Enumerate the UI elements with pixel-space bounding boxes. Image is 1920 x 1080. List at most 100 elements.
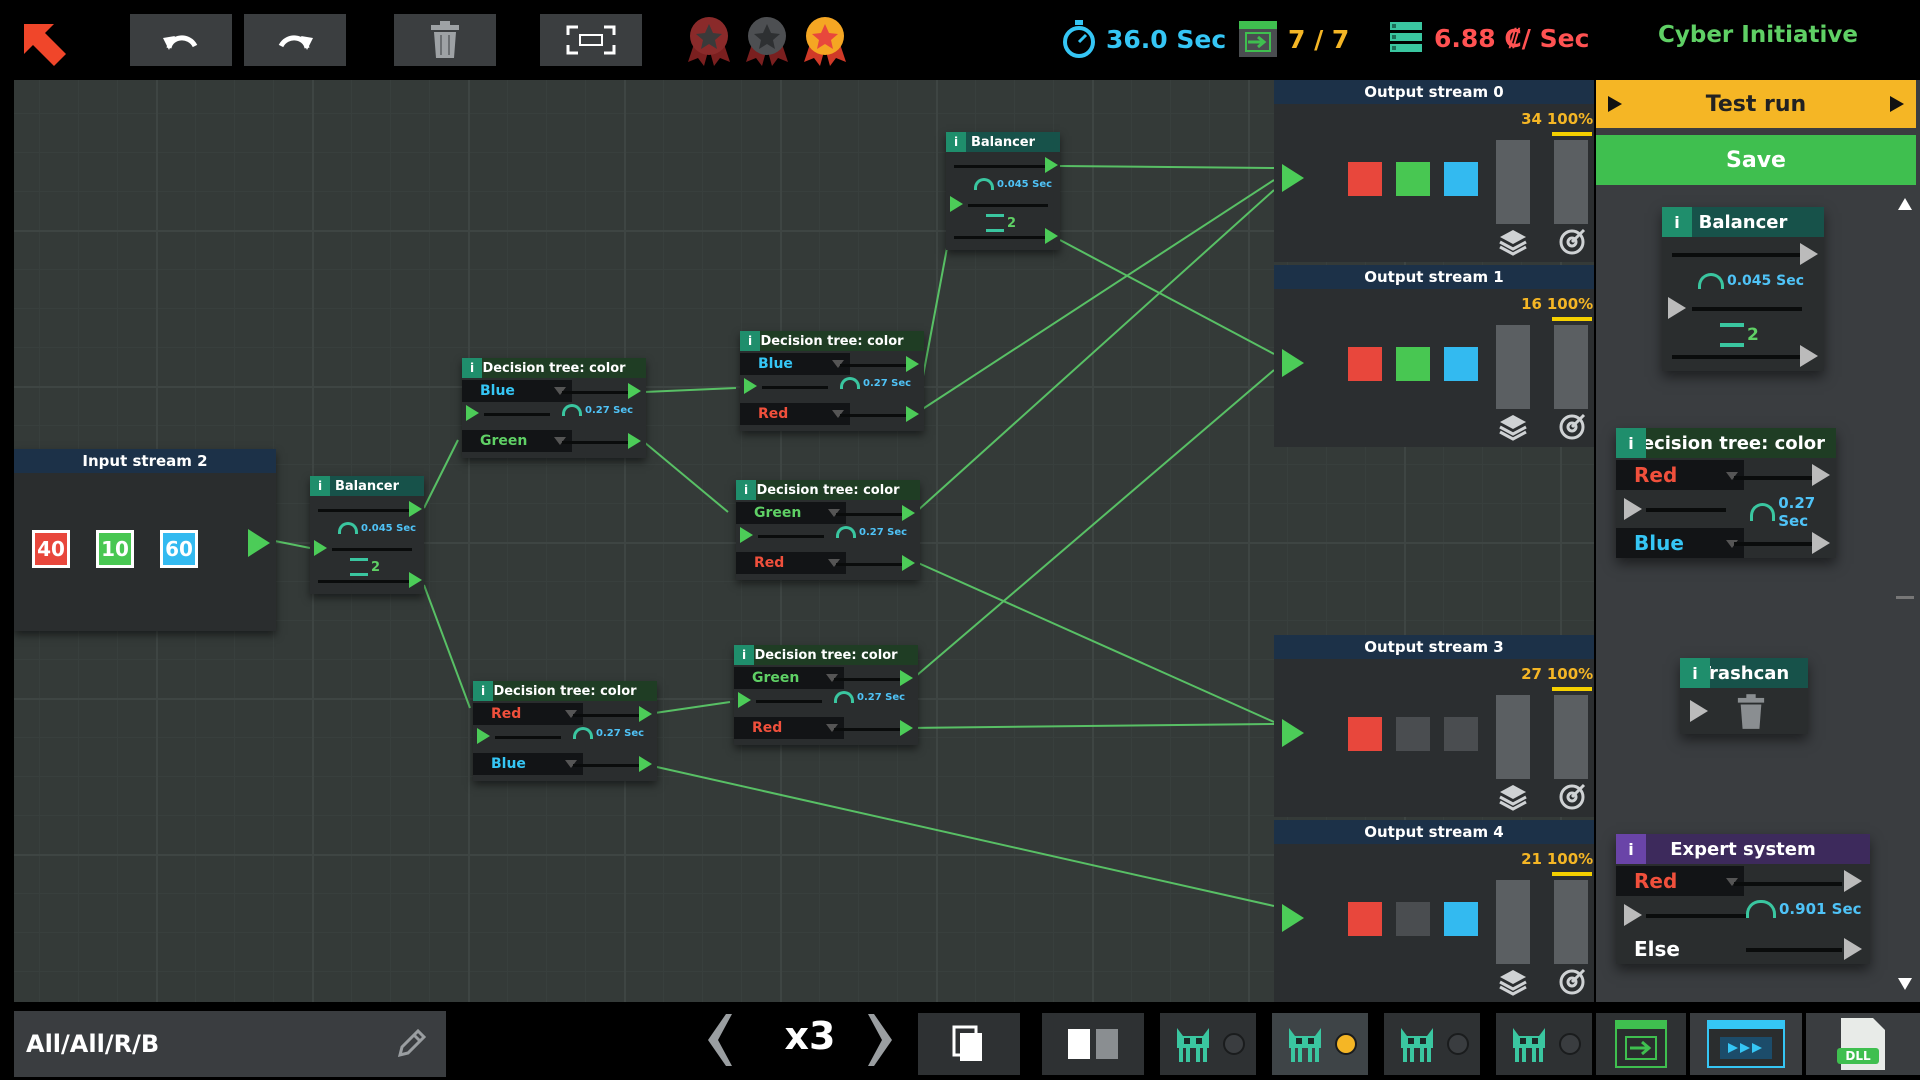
input-port[interactable] [744, 378, 757, 394]
panel-decision-tree[interactable]: i Decision tree: color Red 0.27 Sec Blue [1616, 428, 1836, 558]
input-stream-output-port[interactable] [248, 529, 270, 557]
bot-slot-button[interactable] [1272, 1013, 1368, 1075]
save-button[interactable]: Save [1596, 135, 1916, 185]
input-port[interactable] [1282, 719, 1304, 747]
input-port[interactable] [1282, 349, 1304, 377]
info-button[interactable]: i [734, 645, 754, 665]
output-port[interactable] [1800, 345, 1818, 367]
info-button[interactable]: i [473, 681, 493, 701]
top-color-select[interactable]: Red [473, 703, 583, 725]
balancer-node[interactable]: i Balancer 0.045 Sec 2 [310, 476, 424, 594]
top-color-select[interactable]: Blue [740, 353, 850, 375]
dll-button[interactable]: DLL [1806, 1013, 1920, 1075]
input-port[interactable] [1624, 904, 1642, 926]
input-port[interactable] [477, 728, 490, 744]
input-port[interactable] [466, 405, 479, 421]
info-button[interactable]: i [740, 331, 760, 351]
output-stream-node[interactable]: Output stream 0 34 100% [1274, 80, 1594, 262]
bottom-color-select[interactable]: Red [740, 403, 850, 425]
bottom-color-select[interactable]: Blue [1616, 528, 1744, 558]
test-run-button[interactable]: Test run [1596, 80, 1916, 128]
panel-trashcan[interactable]: i Trashcan [1680, 658, 1808, 734]
split-view-button[interactable] [1042, 1013, 1144, 1075]
bot-slot-button[interactable] [1384, 1013, 1480, 1075]
top-color-select[interactable]: Green [734, 667, 844, 689]
output-port[interactable] [902, 505, 915, 521]
input-port[interactable] [950, 196, 963, 212]
input-port[interactable] [740, 527, 753, 543]
output-port[interactable] [1844, 870, 1862, 892]
output-port[interactable] [628, 383, 641, 399]
decision-tree-node[interactable]: i Decision tree: color Green 0.27 Sec Red [736, 480, 920, 580]
output-stream-node[interactable]: Output stream 4 21 100% [1274, 820, 1594, 1002]
input-port[interactable] [1624, 498, 1642, 520]
input-port[interactable] [1282, 164, 1304, 192]
output-port[interactable] [1045, 157, 1058, 173]
output-port[interactable] [906, 356, 919, 372]
top-color-select[interactable]: Red [1616, 460, 1744, 490]
bottom-color-select[interactable]: Blue [473, 753, 583, 775]
info-button[interactable]: i [310, 476, 330, 496]
panel-expert-system[interactable]: i Expert system Red 0.901 Sec Else [1616, 834, 1870, 964]
output-stream-node[interactable]: Output stream 1 16 100% [1274, 265, 1594, 447]
output-port[interactable] [1800, 243, 1818, 265]
decision-tree-node[interactable]: i Decision tree: color Red 0.27 Sec Blue [473, 681, 657, 781]
delete-button[interactable] [394, 14, 496, 66]
import-stream-button[interactable] [1596, 1013, 1686, 1075]
output-port[interactable] [906, 406, 919, 422]
info-button[interactable]: i [736, 480, 756, 500]
redo-button[interactable] [244, 14, 346, 66]
info-button[interactable]: i [462, 358, 482, 378]
decision-tree-node[interactable]: i Decision tree: color Blue 0.27 Sec Red [740, 331, 924, 431]
bottom-color-select[interactable]: Green [462, 430, 572, 452]
panel-scrollbar[interactable] [1892, 196, 1916, 1002]
input-port[interactable] [314, 540, 327, 556]
speed-prev-button[interactable] [700, 1010, 736, 1070]
info-button[interactable]: i [946, 132, 966, 152]
output-port[interactable] [409, 501, 422, 517]
output-port[interactable] [900, 720, 913, 736]
run-stream-button[interactable] [1690, 1013, 1802, 1075]
filter-field[interactable]: All/All/R/B [14, 1011, 446, 1077]
bot-slot-button[interactable] [1496, 1013, 1592, 1075]
output-port[interactable] [900, 670, 913, 686]
info-button[interactable]: i [1680, 658, 1710, 688]
bottom-color-select[interactable]: Red [734, 717, 844, 739]
bottom-color-select[interactable]: Red [736, 552, 846, 574]
top-color-select[interactable]: Red [1616, 866, 1744, 896]
output-port[interactable] [409, 572, 422, 588]
output-port[interactable] [639, 706, 652, 722]
pencil-icon[interactable] [394, 1027, 428, 1061]
copy-button[interactable] [918, 1013, 1020, 1075]
balancer-node[interactable]: i Balancer 0.045 Sec 2 [946, 132, 1060, 250]
output-port[interactable] [628, 433, 641, 449]
bot-slot-button[interactable] [1160, 1013, 1256, 1075]
output-port[interactable] [1844, 938, 1862, 960]
input-port[interactable] [1690, 700, 1708, 722]
decision-tree-node[interactable]: i Decision tree: color Green 0.27 Sec Red [734, 645, 918, 745]
input-port[interactable] [1668, 297, 1686, 319]
scrollbar-thumb[interactable] [1896, 596, 1914, 599]
info-button[interactable]: i [1662, 207, 1692, 237]
back-button[interactable] [18, 18, 70, 70]
top-color-select[interactable]: Blue [462, 380, 572, 402]
input-stream-node[interactable]: Input stream 2 40 10 60 [14, 449, 276, 631]
output-port[interactable] [1045, 228, 1058, 244]
top-color-select[interactable]: Green [736, 502, 846, 524]
decision-tree-node[interactable]: i Decision tree: color Blue 0.27 Sec Green [462, 358, 646, 458]
scroll-down-icon[interactable] [1898, 978, 1912, 990]
undo-button[interactable] [130, 14, 232, 66]
output-port[interactable] [639, 756, 652, 772]
output-port[interactable] [1812, 532, 1830, 554]
output-port[interactable] [902, 555, 915, 571]
panel-balancer[interactable]: i Balancer 0.045 Sec 2 [1662, 207, 1824, 371]
output-port[interactable] [1812, 464, 1830, 486]
info-button[interactable]: i [1616, 834, 1646, 864]
info-button[interactable]: i [1616, 428, 1646, 458]
speed-next-button[interactable] [864, 1010, 900, 1070]
scroll-up-icon[interactable] [1898, 198, 1912, 210]
input-port[interactable] [738, 692, 751, 708]
output-stream-node[interactable]: Output stream 3 27 100% [1274, 635, 1594, 817]
fit-screen-button[interactable] [540, 14, 642, 66]
input-port[interactable] [1282, 904, 1304, 932]
